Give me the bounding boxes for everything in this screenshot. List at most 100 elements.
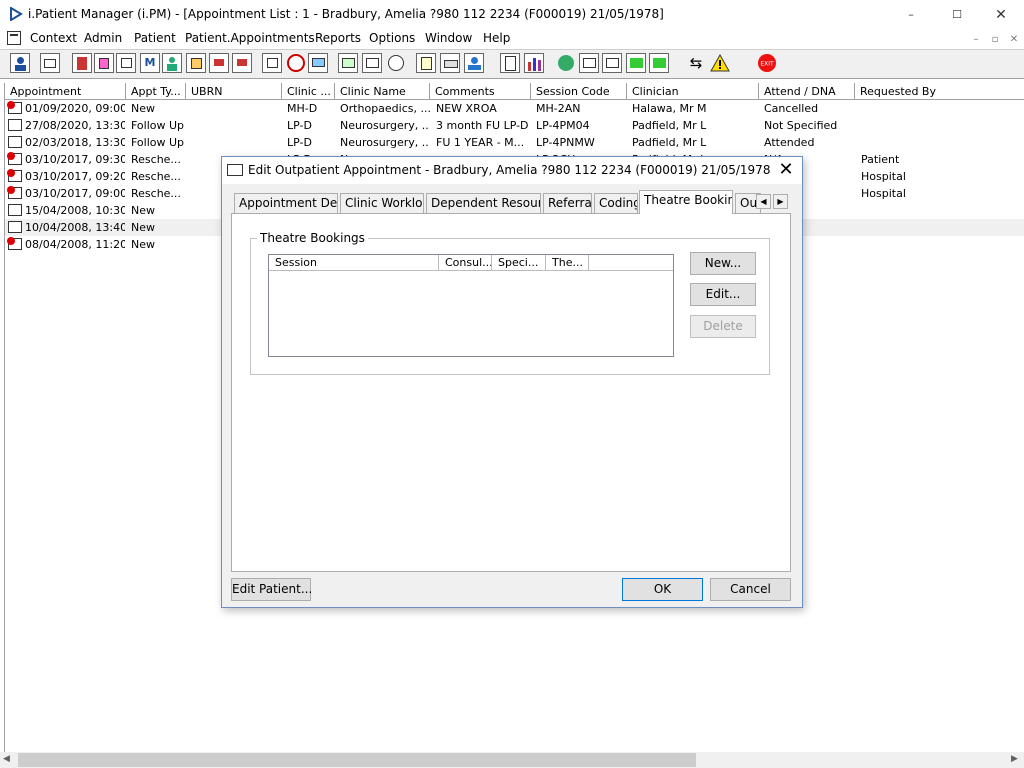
cell-comments: FU 1 YEAR - M... bbox=[436, 136, 525, 149]
cell-session: LP-4PNMW bbox=[536, 136, 595, 149]
mdi-restore-button[interactable]: ▫ bbox=[987, 33, 1003, 46]
patient-icon[interactable] bbox=[10, 53, 30, 73]
grid-col-consultant[interactable]: Consul... bbox=[439, 255, 492, 271]
menu-reports[interactable]: Reports bbox=[315, 31, 361, 45]
svg-text:EXIT: EXIT bbox=[760, 61, 774, 68]
document-icon[interactable] bbox=[500, 53, 520, 73]
appointment-status-icon bbox=[7, 237, 22, 250]
notes-icon[interactable] bbox=[416, 53, 436, 73]
cell-appointment: 10/04/2008, 13:40 bbox=[25, 221, 125, 234]
cell-attend: Attended bbox=[764, 136, 815, 149]
tab-dependent-resources[interactable]: Dependent Resources bbox=[426, 193, 541, 213]
maximize-button[interactable]: ☐ bbox=[934, 0, 980, 29]
tab-theatre-bookings[interactable]: Theatre Bookings bbox=[639, 190, 733, 214]
col-session-code[interactable]: Session Code bbox=[531, 83, 627, 100]
tab-scroll-left-icon[interactable]: ◀ bbox=[756, 194, 771, 209]
col-appointment[interactable]: Appointment bbox=[5, 83, 126, 100]
globe-icon[interactable] bbox=[556, 53, 576, 73]
dialog-close-button[interactable]: ✕ bbox=[774, 159, 798, 181]
report-icon[interactable] bbox=[338, 53, 358, 73]
list-icon[interactable] bbox=[362, 53, 382, 73]
cell-clinic: LP-D bbox=[287, 136, 312, 149]
person-in-icon[interactable] bbox=[464, 53, 484, 73]
menu-help[interactable]: Help bbox=[483, 31, 510, 45]
cancel-button[interactable]: Cancel bbox=[710, 578, 791, 601]
edit-patient-button[interactable]: Edit Patient... bbox=[231, 578, 312, 601]
close-button[interactable]: ✕ bbox=[978, 0, 1024, 29]
ok-button[interactable]: OK bbox=[622, 578, 703, 601]
menu-options[interactable]: Options bbox=[369, 31, 415, 45]
cell-comments: NEW XROA bbox=[436, 102, 497, 115]
cell-appointment: 01/09/2020, 09:00 bbox=[25, 102, 125, 115]
flag2-icon[interactable] bbox=[232, 53, 252, 73]
menu-window[interactable]: Window bbox=[425, 31, 472, 45]
cell-appointment: 03/10/2017, 09:00 bbox=[25, 187, 125, 200]
cancel-icon[interactable] bbox=[262, 53, 282, 73]
col-clinician[interactable]: Clinician bbox=[627, 83, 759, 100]
person-icon[interactable] bbox=[162, 53, 182, 73]
mdi-close-button[interactable]: ✕ bbox=[1006, 33, 1022, 46]
cell-clinician: Padfield, Mr L bbox=[632, 136, 707, 149]
scroll-left-icon[interactable]: ◀ bbox=[3, 754, 10, 764]
appointment-status-icon bbox=[7, 186, 22, 199]
flag-icon[interactable] bbox=[209, 53, 229, 73]
appointment-status-icon bbox=[8, 221, 22, 233]
col-clinic[interactable]: Clinic ... bbox=[282, 83, 335, 100]
green-left-icon[interactable] bbox=[649, 53, 669, 73]
chart-icon[interactable] bbox=[524, 53, 544, 73]
clock-icon[interactable] bbox=[286, 53, 306, 73]
menu-patient[interactable]: Patient bbox=[134, 31, 176, 45]
menu-admin[interactable]: Admin bbox=[84, 31, 122, 45]
scrollbar-thumb[interactable] bbox=[18, 753, 696, 767]
grid-col-specialty[interactable]: Speci... bbox=[492, 255, 546, 271]
theatre-bookings-grid[interactable]: Session Consul... Speci... The... bbox=[268, 254, 674, 357]
grid-col-blank bbox=[589, 255, 673, 271]
cell-clinic: MH-D bbox=[287, 102, 318, 115]
tab-appointment-details[interactable]: Appointment Details bbox=[234, 193, 338, 213]
printer-icon[interactable] bbox=[440, 53, 460, 73]
grid-col-theatre[interactable]: The... bbox=[546, 255, 589, 271]
form-icon[interactable] bbox=[186, 53, 206, 73]
cell-appointment: 03/10/2017, 09:30 bbox=[25, 153, 125, 166]
transfer-icon[interactable]: ⇆ bbox=[686, 53, 706, 73]
note-icon[interactable] bbox=[116, 53, 136, 73]
exit-icon[interactable]: EXIT bbox=[757, 53, 777, 73]
menu-patient-appointments[interactable]: Patient.Appointments bbox=[185, 31, 315, 45]
new-button[interactable]: New... bbox=[690, 252, 756, 275]
monitor-icon[interactable] bbox=[308, 53, 328, 73]
cell-clinic-name: Neurosurgery, ... bbox=[340, 136, 430, 149]
merge-icon[interactable]: M bbox=[140, 53, 160, 73]
cell-session: LP-4PM04 bbox=[536, 119, 590, 132]
compass-icon[interactable] bbox=[386, 53, 406, 73]
print-icon[interactable] bbox=[40, 53, 60, 73]
tab-coding[interactable]: Coding bbox=[594, 193, 638, 213]
col-clinic-name[interactable]: Clinic Name bbox=[335, 83, 430, 100]
tab-scroll-right-icon[interactable]: ▶ bbox=[773, 194, 788, 209]
minimize-button[interactable]: – bbox=[888, 0, 934, 29]
book-icon[interactable] bbox=[72, 53, 92, 73]
col-ubrn[interactable]: UBRN bbox=[186, 83, 282, 100]
table-row[interactable]: 27/08/2020, 13:30 Follow Up LP-D Neurosurge… bbox=[5, 117, 1024, 134]
tab-clinic-workload[interactable]: Clinic Workload bbox=[340, 193, 424, 213]
edit-icon[interactable] bbox=[94, 53, 114, 73]
mdi-child-icon[interactable] bbox=[7, 31, 21, 45]
mdi-minimize-button[interactable]: – bbox=[968, 33, 984, 46]
menu-context[interactable]: Context bbox=[30, 31, 77, 45]
col-attend-dna[interactable]: Attend / DNA bbox=[759, 83, 855, 100]
green-arrow-icon[interactable] bbox=[626, 53, 646, 73]
check-icon[interactable] bbox=[579, 53, 599, 73]
refresh-icon[interactable] bbox=[602, 53, 622, 73]
col-appt-type[interactable]: Appt Ty... bbox=[126, 83, 186, 100]
table-row[interactable]: 01/09/2020, 09:00 New MH-D Orthopaedics, ..… bbox=[5, 100, 1024, 117]
appointment-status-icon bbox=[7, 169, 22, 182]
warning-icon[interactable] bbox=[710, 53, 730, 73]
delete-button[interactable]: Delete bbox=[690, 315, 756, 338]
edit-button[interactable]: Edit... bbox=[690, 283, 756, 306]
edit-appointment-dialog: Edit Outpatient Appointment - Bradbury, … bbox=[221, 156, 803, 608]
col-requested-by[interactable]: Requested By bbox=[855, 83, 1024, 100]
tab-referral[interactable]: Referral bbox=[543, 193, 592, 213]
col-comments[interactable]: Comments bbox=[430, 83, 531, 100]
table-row[interactable]: 02/03/2018, 13:30 Follow Up LP-D Neurosurge… bbox=[5, 134, 1024, 151]
scroll-right-icon[interactable]: ▶ bbox=[1011, 754, 1018, 764]
grid-col-session[interactable]: Session bbox=[269, 255, 439, 271]
